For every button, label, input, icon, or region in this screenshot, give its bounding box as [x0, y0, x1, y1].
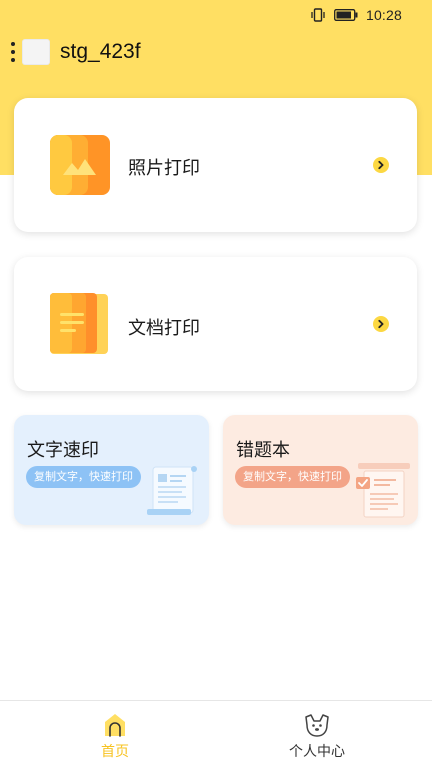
tab-home-label: 首页: [101, 744, 129, 760]
bottom-navigation: 首页 个人中心: [0, 700, 432, 768]
status-icons: 10:28: [310, 7, 402, 23]
device-name[interactable]: stg_423f: [60, 40, 141, 64]
battery-icon: [334, 9, 358, 21]
more-vert-icon[interactable]: [10, 42, 16, 62]
mistake-book-title: 错题本: [236, 440, 290, 461]
status-bar: 10:28: [0, 0, 432, 30]
vibrate-icon: [311, 8, 325, 22]
photo-print-icon: [50, 135, 110, 195]
home-icon: [105, 714, 125, 737]
quick-text-print-subtitle: 复制文字，快速打印: [26, 466, 141, 488]
text-page-icon: [147, 466, 197, 515]
document-print-card[interactable]: 文档打印: [14, 257, 417, 391]
status-time: 10:28: [365, 7, 402, 23]
device-header[interactable]: stg_423f: [10, 36, 141, 68]
tab-profile-label: 个人中心: [289, 744, 345, 760]
quick-text-print-tile[interactable]: 文字速印 复制文字，快速打印: [14, 415, 209, 525]
mistake-book-subtitle: 复制文字，快速打印: [235, 466, 350, 488]
chevron-right-icon[interactable]: [373, 157, 389, 173]
checklist-page-icon: [356, 463, 410, 518]
profile-dog-icon: [305, 714, 329, 737]
mistake-book-tile[interactable]: 错题本 复制文字，快速打印: [223, 415, 418, 525]
photo-print-title: 照片打印: [128, 158, 200, 179]
tab-home[interactable]: 首页: [55, 711, 175, 765]
device-thumbnail: [22, 39, 50, 65]
chevron-right-icon[interactable]: [373, 316, 389, 332]
app-screen: 10:28 stg_423f 照片打印 文档打印 文字速印 复制文字，快速打印 …: [0, 0, 432, 768]
document-print-icon: [50, 293, 108, 354]
quick-text-print-title: 文字速印: [27, 440, 99, 461]
document-print-title: 文档打印: [128, 318, 200, 339]
tab-profile[interactable]: 个人中心: [257, 711, 377, 765]
photo-print-card[interactable]: 照片打印: [14, 98, 417, 232]
